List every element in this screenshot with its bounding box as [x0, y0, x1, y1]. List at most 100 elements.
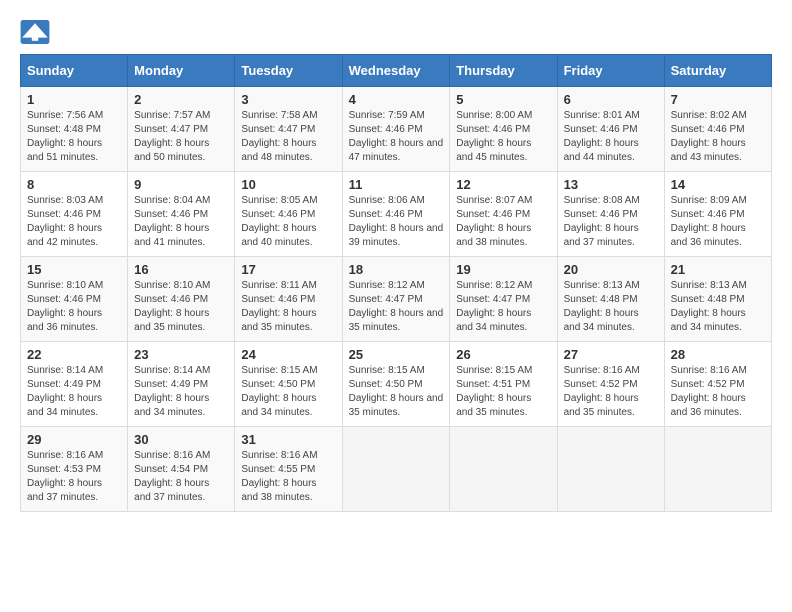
calendar-cell: 11 Sunrise: 8:06 AMSunset: 4:46 PMDaylig… [342, 172, 450, 257]
calendar-cell: 13 Sunrise: 8:08 AMSunset: 4:46 PMDaylig… [557, 172, 664, 257]
day-detail: Sunrise: 7:57 AMSunset: 4:47 PMDaylight:… [134, 110, 210, 163]
calendar-cell: 22 Sunrise: 8:14 AMSunset: 4:49 PMDaylig… [21, 342, 128, 427]
calendar-cell: 16 Sunrise: 8:10 AMSunset: 4:46 PMDaylig… [128, 257, 235, 342]
calendar-cell: 31 Sunrise: 8:16 AMSunset: 4:55 PMDaylig… [235, 427, 342, 512]
day-detail: Sunrise: 8:09 AMSunset: 4:46 PMDaylight:… [671, 195, 747, 248]
generalblue-logo-icon [20, 20, 50, 44]
calendar-week-row: 29 Sunrise: 8:16 AMSunset: 4:53 PMDaylig… [21, 427, 772, 512]
day-number: 19 [456, 262, 550, 277]
calendar-cell: 18 Sunrise: 8:12 AMSunset: 4:47 PMDaylig… [342, 257, 450, 342]
day-detail: Sunrise: 8:03 AMSunset: 4:46 PMDaylight:… [27, 195, 103, 248]
day-detail: Sunrise: 8:13 AMSunset: 4:48 PMDaylight:… [564, 280, 640, 333]
day-number: 18 [349, 262, 444, 277]
day-detail: Sunrise: 8:15 AMSunset: 4:50 PMDaylight:… [349, 365, 444, 418]
calendar-cell: 7 Sunrise: 8:02 AMSunset: 4:46 PMDayligh… [664, 87, 771, 172]
calendar-header-saturday: Saturday [664, 55, 771, 87]
calendar-cell: 30 Sunrise: 8:16 AMSunset: 4:54 PMDaylig… [128, 427, 235, 512]
header [20, 20, 772, 44]
day-detail: Sunrise: 8:01 AMSunset: 4:46 PMDaylight:… [564, 110, 640, 163]
calendar-cell: 27 Sunrise: 8:16 AMSunset: 4:52 PMDaylig… [557, 342, 664, 427]
calendar-cell: 2 Sunrise: 7:57 AMSunset: 4:47 PMDayligh… [128, 87, 235, 172]
day-number: 4 [349, 92, 444, 107]
day-detail: Sunrise: 8:15 AMSunset: 4:51 PMDaylight:… [456, 365, 532, 418]
calendar-cell: 14 Sunrise: 8:09 AMSunset: 4:46 PMDaylig… [664, 172, 771, 257]
calendar-cell: 10 Sunrise: 8:05 AMSunset: 4:46 PMDaylig… [235, 172, 342, 257]
calendar-cell: 5 Sunrise: 8:00 AMSunset: 4:46 PMDayligh… [450, 87, 557, 172]
day-number: 13 [564, 177, 658, 192]
calendar-cell: 20 Sunrise: 8:13 AMSunset: 4:48 PMDaylig… [557, 257, 664, 342]
logo [20, 20, 54, 44]
day-detail: Sunrise: 8:10 AMSunset: 4:46 PMDaylight:… [27, 280, 103, 333]
day-detail: Sunrise: 8:08 AMSunset: 4:46 PMDaylight:… [564, 195, 640, 248]
day-number: 17 [241, 262, 335, 277]
day-number: 16 [134, 262, 228, 277]
day-number: 1 [27, 92, 121, 107]
day-detail: Sunrise: 8:02 AMSunset: 4:46 PMDaylight:… [671, 110, 747, 163]
day-number: 21 [671, 262, 765, 277]
calendar-cell [342, 427, 450, 512]
day-detail: Sunrise: 8:13 AMSunset: 4:48 PMDaylight:… [671, 280, 747, 333]
day-number: 23 [134, 347, 228, 362]
day-number: 8 [27, 177, 121, 192]
day-detail: Sunrise: 8:00 AMSunset: 4:46 PMDaylight:… [456, 110, 532, 163]
day-detail: Sunrise: 8:06 AMSunset: 4:46 PMDaylight:… [349, 195, 444, 248]
calendar-cell: 3 Sunrise: 7:58 AMSunset: 4:47 PMDayligh… [235, 87, 342, 172]
calendar-cell: 8 Sunrise: 8:03 AMSunset: 4:46 PMDayligh… [21, 172, 128, 257]
day-detail: Sunrise: 8:12 AMSunset: 4:47 PMDaylight:… [349, 280, 444, 333]
day-number: 20 [564, 262, 658, 277]
day-detail: Sunrise: 8:16 AMSunset: 4:53 PMDaylight:… [27, 450, 103, 503]
day-detail: Sunrise: 8:14 AMSunset: 4:49 PMDaylight:… [134, 365, 210, 418]
day-detail: Sunrise: 8:16 AMSunset: 4:52 PMDaylight:… [671, 365, 747, 418]
day-number: 6 [564, 92, 658, 107]
calendar-header-wednesday: Wednesday [342, 55, 450, 87]
calendar-cell: 29 Sunrise: 8:16 AMSunset: 4:53 PMDaylig… [21, 427, 128, 512]
calendar-cell [557, 427, 664, 512]
calendar-cell: 6 Sunrise: 8:01 AMSunset: 4:46 PMDayligh… [557, 87, 664, 172]
day-detail: Sunrise: 8:12 AMSunset: 4:47 PMDaylight:… [456, 280, 532, 333]
calendar-cell: 12 Sunrise: 8:07 AMSunset: 4:46 PMDaylig… [450, 172, 557, 257]
day-number: 27 [564, 347, 658, 362]
day-number: 24 [241, 347, 335, 362]
day-number: 2 [134, 92, 228, 107]
day-detail: Sunrise: 8:10 AMSunset: 4:46 PMDaylight:… [134, 280, 210, 333]
calendar-cell: 25 Sunrise: 8:15 AMSunset: 4:50 PMDaylig… [342, 342, 450, 427]
calendar-cell: 23 Sunrise: 8:14 AMSunset: 4:49 PMDaylig… [128, 342, 235, 427]
day-detail: Sunrise: 7:56 AMSunset: 4:48 PMDaylight:… [27, 110, 103, 163]
calendar-header-monday: Monday [128, 55, 235, 87]
calendar-cell: 21 Sunrise: 8:13 AMSunset: 4:48 PMDaylig… [664, 257, 771, 342]
day-number: 3 [241, 92, 335, 107]
day-number: 5 [456, 92, 550, 107]
calendar-header-thursday: Thursday [450, 55, 557, 87]
calendar-cell [664, 427, 771, 512]
day-number: 26 [456, 347, 550, 362]
day-number: 28 [671, 347, 765, 362]
day-detail: Sunrise: 8:07 AMSunset: 4:46 PMDaylight:… [456, 195, 532, 248]
day-number: 25 [349, 347, 444, 362]
day-number: 29 [27, 432, 121, 447]
day-number: 31 [241, 432, 335, 447]
day-detail: Sunrise: 8:15 AMSunset: 4:50 PMDaylight:… [241, 365, 317, 418]
calendar-cell: 17 Sunrise: 8:11 AMSunset: 4:46 PMDaylig… [235, 257, 342, 342]
day-detail: Sunrise: 8:16 AMSunset: 4:52 PMDaylight:… [564, 365, 640, 418]
day-number: 9 [134, 177, 228, 192]
calendar-cell [450, 427, 557, 512]
day-number: 30 [134, 432, 228, 447]
day-detail: Sunrise: 8:16 AMSunset: 4:55 PMDaylight:… [241, 450, 317, 503]
day-detail: Sunrise: 8:14 AMSunset: 4:49 PMDaylight:… [27, 365, 103, 418]
day-number: 7 [671, 92, 765, 107]
calendar-header-sunday: Sunday [21, 55, 128, 87]
day-detail: Sunrise: 8:16 AMSunset: 4:54 PMDaylight:… [134, 450, 210, 503]
calendar-cell: 28 Sunrise: 8:16 AMSunset: 4:52 PMDaylig… [664, 342, 771, 427]
day-detail: Sunrise: 8:04 AMSunset: 4:46 PMDaylight:… [134, 195, 210, 248]
day-number: 22 [27, 347, 121, 362]
calendar-header-row: SundayMondayTuesdayWednesdayThursdayFrid… [21, 55, 772, 87]
day-number: 14 [671, 177, 765, 192]
day-number: 12 [456, 177, 550, 192]
calendar-cell: 19 Sunrise: 8:12 AMSunset: 4:47 PMDaylig… [450, 257, 557, 342]
calendar-week-row: 8 Sunrise: 8:03 AMSunset: 4:46 PMDayligh… [21, 172, 772, 257]
calendar-week-row: 1 Sunrise: 7:56 AMSunset: 4:48 PMDayligh… [21, 87, 772, 172]
calendar-table: SundayMondayTuesdayWednesdayThursdayFrid… [20, 54, 772, 512]
calendar-header-friday: Friday [557, 55, 664, 87]
calendar-week-row: 22 Sunrise: 8:14 AMSunset: 4:49 PMDaylig… [21, 342, 772, 427]
day-detail: Sunrise: 8:11 AMSunset: 4:46 PMDaylight:… [241, 280, 316, 333]
